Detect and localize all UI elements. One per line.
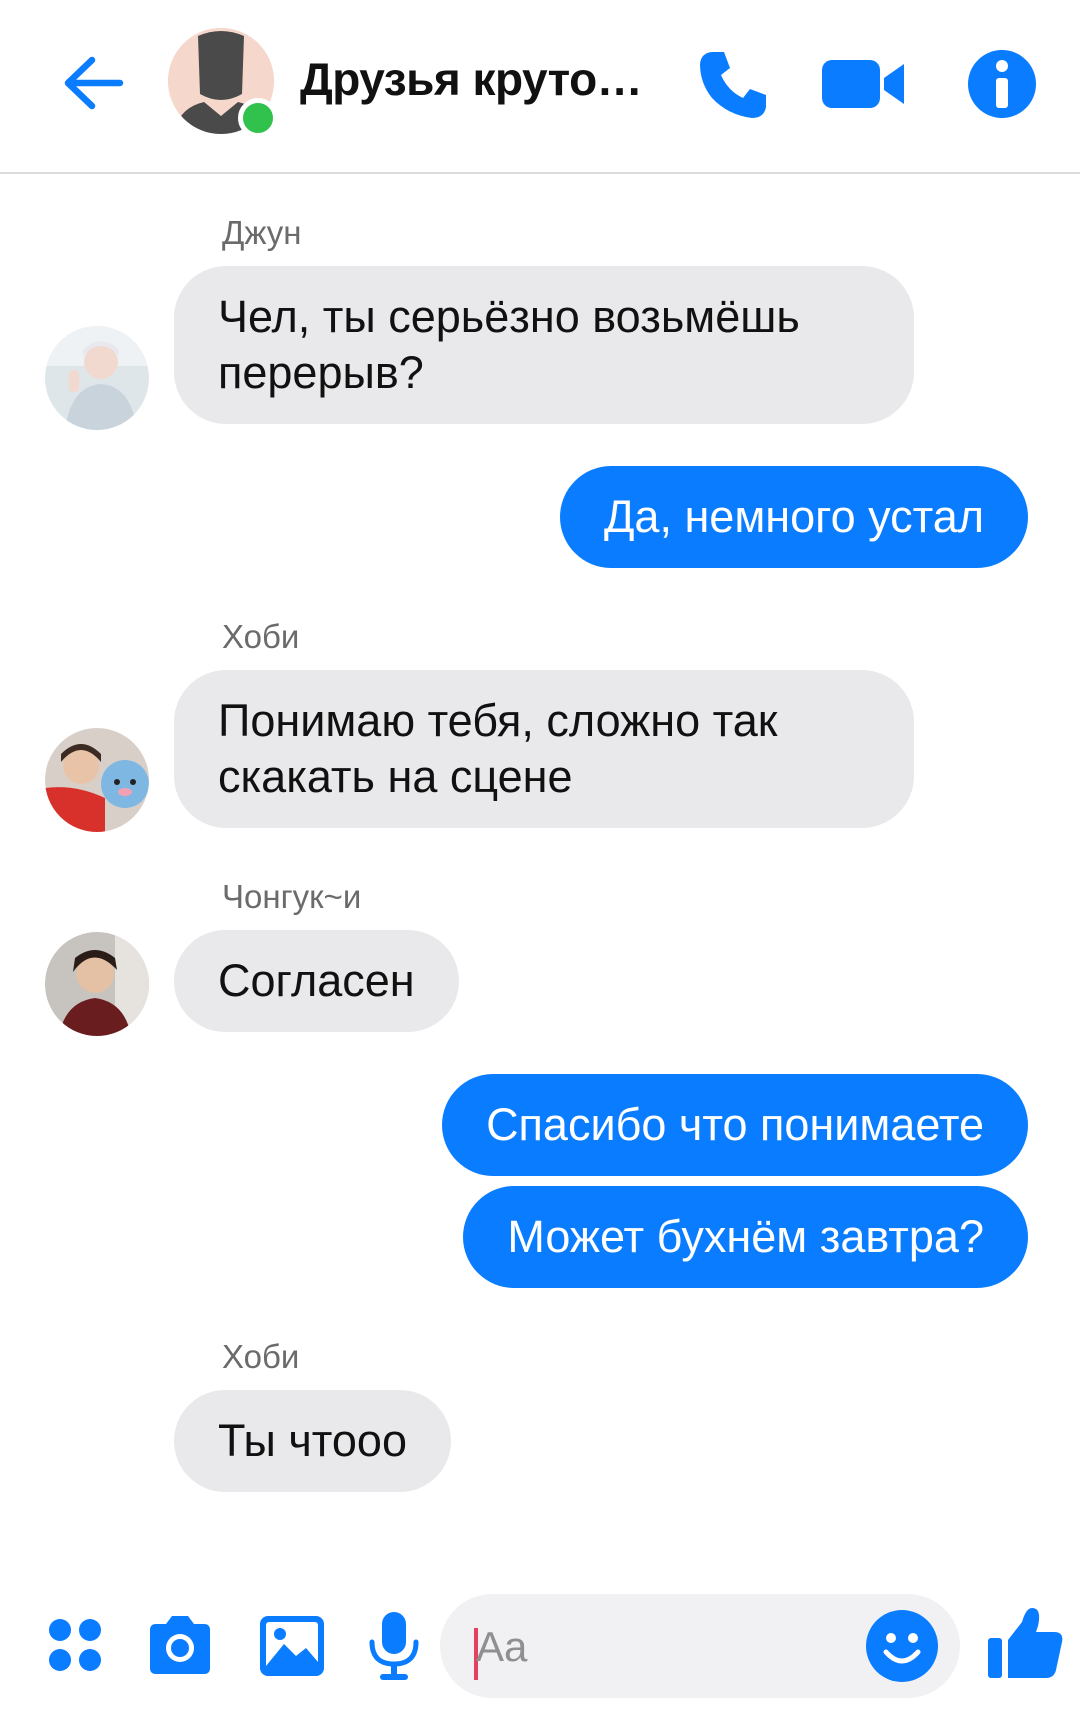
message-input-pill[interactable] — [440, 1594, 960, 1698]
call-button[interactable] — [694, 44, 774, 124]
incoming-message[interactable]: Понимаю тебя, сложно так скакать на сцен… — [174, 670, 914, 828]
message-composer — [0, 1580, 1080, 1714]
sender-name: Чонгук~и — [222, 878, 362, 915]
back-button[interactable] — [58, 48, 128, 118]
avatar-photo — [45, 326, 149, 430]
arrow-left-icon — [64, 56, 124, 110]
online-status-dot — [238, 98, 278, 138]
message-text: Да, немного устал — [603, 491, 984, 542]
avatar-jungkook[interactable] — [45, 932, 149, 1036]
info-icon — [968, 50, 1036, 118]
incoming-message[interactable]: Согласен — [174, 930, 459, 1032]
chat-header: Друзья круто… — [0, 0, 1080, 174]
message-line: Чел, ты серьёзно возьмёшь — [218, 291, 800, 342]
outgoing-message[interactable]: Спасибо что понимаете — [442, 1074, 1028, 1176]
sender-name: Джун — [222, 214, 302, 251]
voice-message-button[interactable] — [356, 1608, 432, 1684]
message-input[interactable] — [474, 1614, 858, 1680]
outgoing-message[interactable]: Может бухнём завтра? — [463, 1186, 1028, 1288]
gallery-button[interactable] — [254, 1608, 330, 1684]
message-text: Ты чтооо — [218, 1415, 407, 1466]
message-line: Понимаю тебя, сложно так — [218, 695, 778, 746]
chat-title[interactable]: Друзья круто… — [300, 52, 670, 106]
microphone-icon — [369, 1612, 419, 1680]
group-avatar[interactable] — [168, 28, 278, 138]
incoming-message[interactable]: Ты чтооо — [174, 1390, 451, 1492]
avatar-photo — [45, 728, 149, 832]
info-button[interactable] — [962, 44, 1042, 124]
emoji-button[interactable] — [864, 1608, 940, 1684]
incoming-message[interactable]: Чел, ты серьёзно возьмёшь перерыв? — [174, 266, 914, 424]
emoji-icon — [866, 1610, 938, 1682]
camera-button[interactable] — [142, 1608, 218, 1684]
avatar-photo — [45, 932, 149, 1036]
avatar-jun[interactable] — [45, 326, 149, 430]
sender-name: Хоби — [222, 618, 300, 655]
outgoing-message[interactable]: Да, немного устал — [559, 466, 1028, 568]
apps-button[interactable] — [38, 1608, 114, 1684]
thumbs-up-icon — [988, 1608, 1063, 1678]
message-text: Согласен — [218, 955, 415, 1006]
phone-icon — [700, 52, 766, 118]
video-camera-icon — [822, 60, 904, 108]
avatar-hobi[interactable] — [45, 728, 149, 832]
camera-icon — [150, 1616, 210, 1674]
message-line: скакать на сцене — [218, 751, 573, 802]
video-call-button[interactable] — [820, 44, 904, 124]
image-icon — [260, 1616, 324, 1676]
message-text: Может бухнём завтра? — [507, 1211, 984, 1262]
message-line: перерыв? — [218, 347, 424, 398]
message-text: Спасибо что понимаете — [486, 1099, 984, 1150]
sender-name: Хоби — [222, 1338, 300, 1375]
like-button[interactable] — [984, 1602, 1066, 1684]
apps-grid-icon — [49, 1619, 101, 1671]
